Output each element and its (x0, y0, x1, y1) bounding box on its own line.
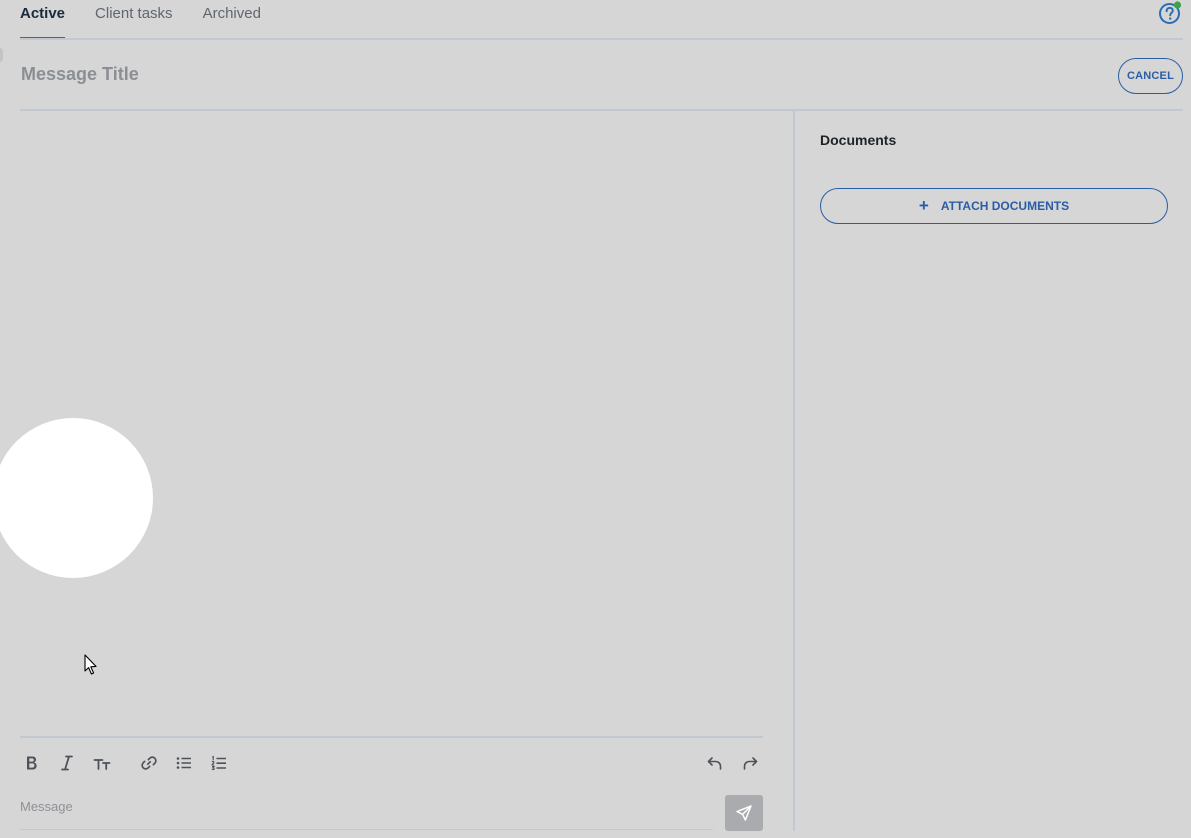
message-editor-body[interactable] (20, 112, 763, 736)
tabs-divider (20, 38, 1183, 40)
send-button[interactable] (725, 795, 763, 831)
mouse-cursor-icon (84, 654, 98, 676)
bold-icon[interactable] (21, 752, 43, 774)
message-title-input[interactable] (21, 62, 921, 86)
italic-icon[interactable] (56, 752, 78, 774)
tab-archived[interactable]: Archived (203, 0, 261, 34)
attach-documents-label: ATTACH DOCUMENTS (940, 199, 1070, 213)
title-divider (20, 109, 1183, 111)
cancel-button[interactable]: CANCEL (1118, 58, 1183, 94)
help-question-icon[interactable] (1158, 1, 1182, 25)
tabs-bar: Active Client tasks Archived (20, 0, 291, 39)
status-dot (1173, 1, 1182, 9)
link-icon[interactable] (138, 752, 160, 774)
plus-icon: + (918, 196, 929, 215)
panel-divider (793, 111, 795, 831)
tab-active[interactable]: Active (20, 0, 66, 39)
attach-documents-button[interactable]: + ATTACH DOCUMENTS (820, 188, 1168, 224)
touch-indicator-circle (0, 418, 153, 578)
text-size-icon[interactable] (91, 752, 113, 774)
bullet-list-icon[interactable] (173, 752, 195, 774)
toolbar-divider (20, 736, 763, 738)
side-panel-handle[interactable] (0, 48, 3, 62)
message-underline (20, 829, 713, 830)
tab-client-tasks[interactable]: Client tasks (95, 0, 173, 34)
send-plane-icon (736, 805, 752, 821)
message-input[interactable] (20, 796, 710, 816)
documents-title: Documents (820, 132, 897, 148)
undo-icon[interactable] (704, 752, 726, 774)
numbered-list-icon[interactable] (208, 752, 230, 774)
redo-icon[interactable] (739, 752, 761, 774)
